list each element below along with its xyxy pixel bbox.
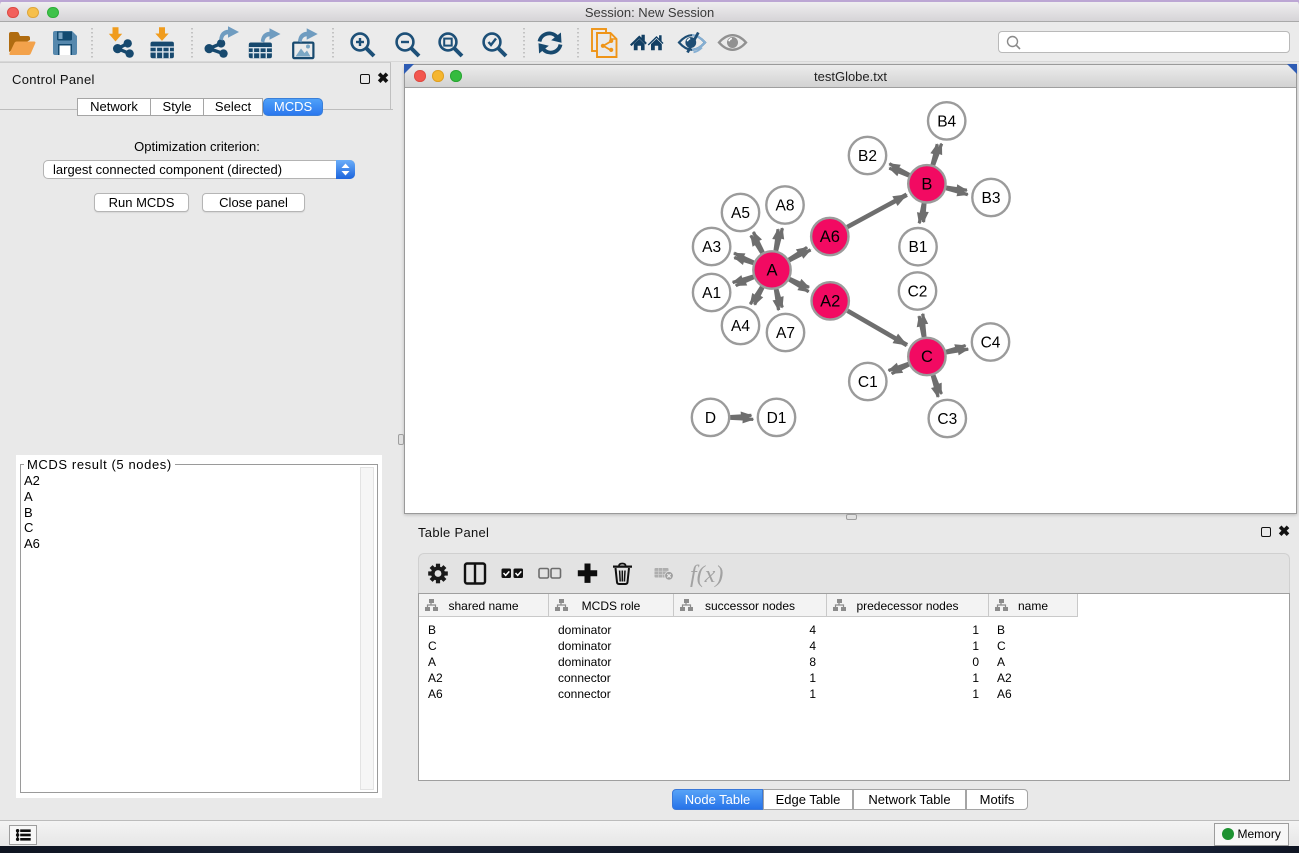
- svg-text:D: D: [705, 410, 716, 427]
- svg-text:C3: C3: [937, 411, 957, 428]
- svg-text:B: B: [921, 175, 932, 193]
- svg-text:D1: D1: [767, 410, 787, 427]
- svg-text:A5: A5: [731, 205, 750, 222]
- svg-text:A4: A4: [731, 318, 750, 335]
- svg-text:B2: B2: [858, 148, 877, 165]
- svg-text:A1: A1: [702, 285, 721, 302]
- svg-text:C: C: [921, 348, 933, 366]
- svg-text:A7: A7: [776, 325, 795, 342]
- svg-text:B4: B4: [937, 113, 956, 130]
- svg-text:A2: A2: [820, 292, 840, 310]
- svg-text:A6: A6: [820, 228, 840, 246]
- svg-text:C4: C4: [981, 335, 1001, 352]
- svg-text:B3: B3: [982, 190, 1001, 207]
- svg-text:A8: A8: [776, 198, 795, 215]
- svg-text:f(x): f(x): [690, 562, 723, 588]
- svg-text:C2: C2: [908, 284, 928, 301]
- svg-text:B1: B1: [909, 239, 928, 256]
- svg-text:A3: A3: [702, 239, 721, 256]
- svg-text:C1: C1: [858, 374, 878, 391]
- svg-text:A: A: [766, 262, 777, 280]
